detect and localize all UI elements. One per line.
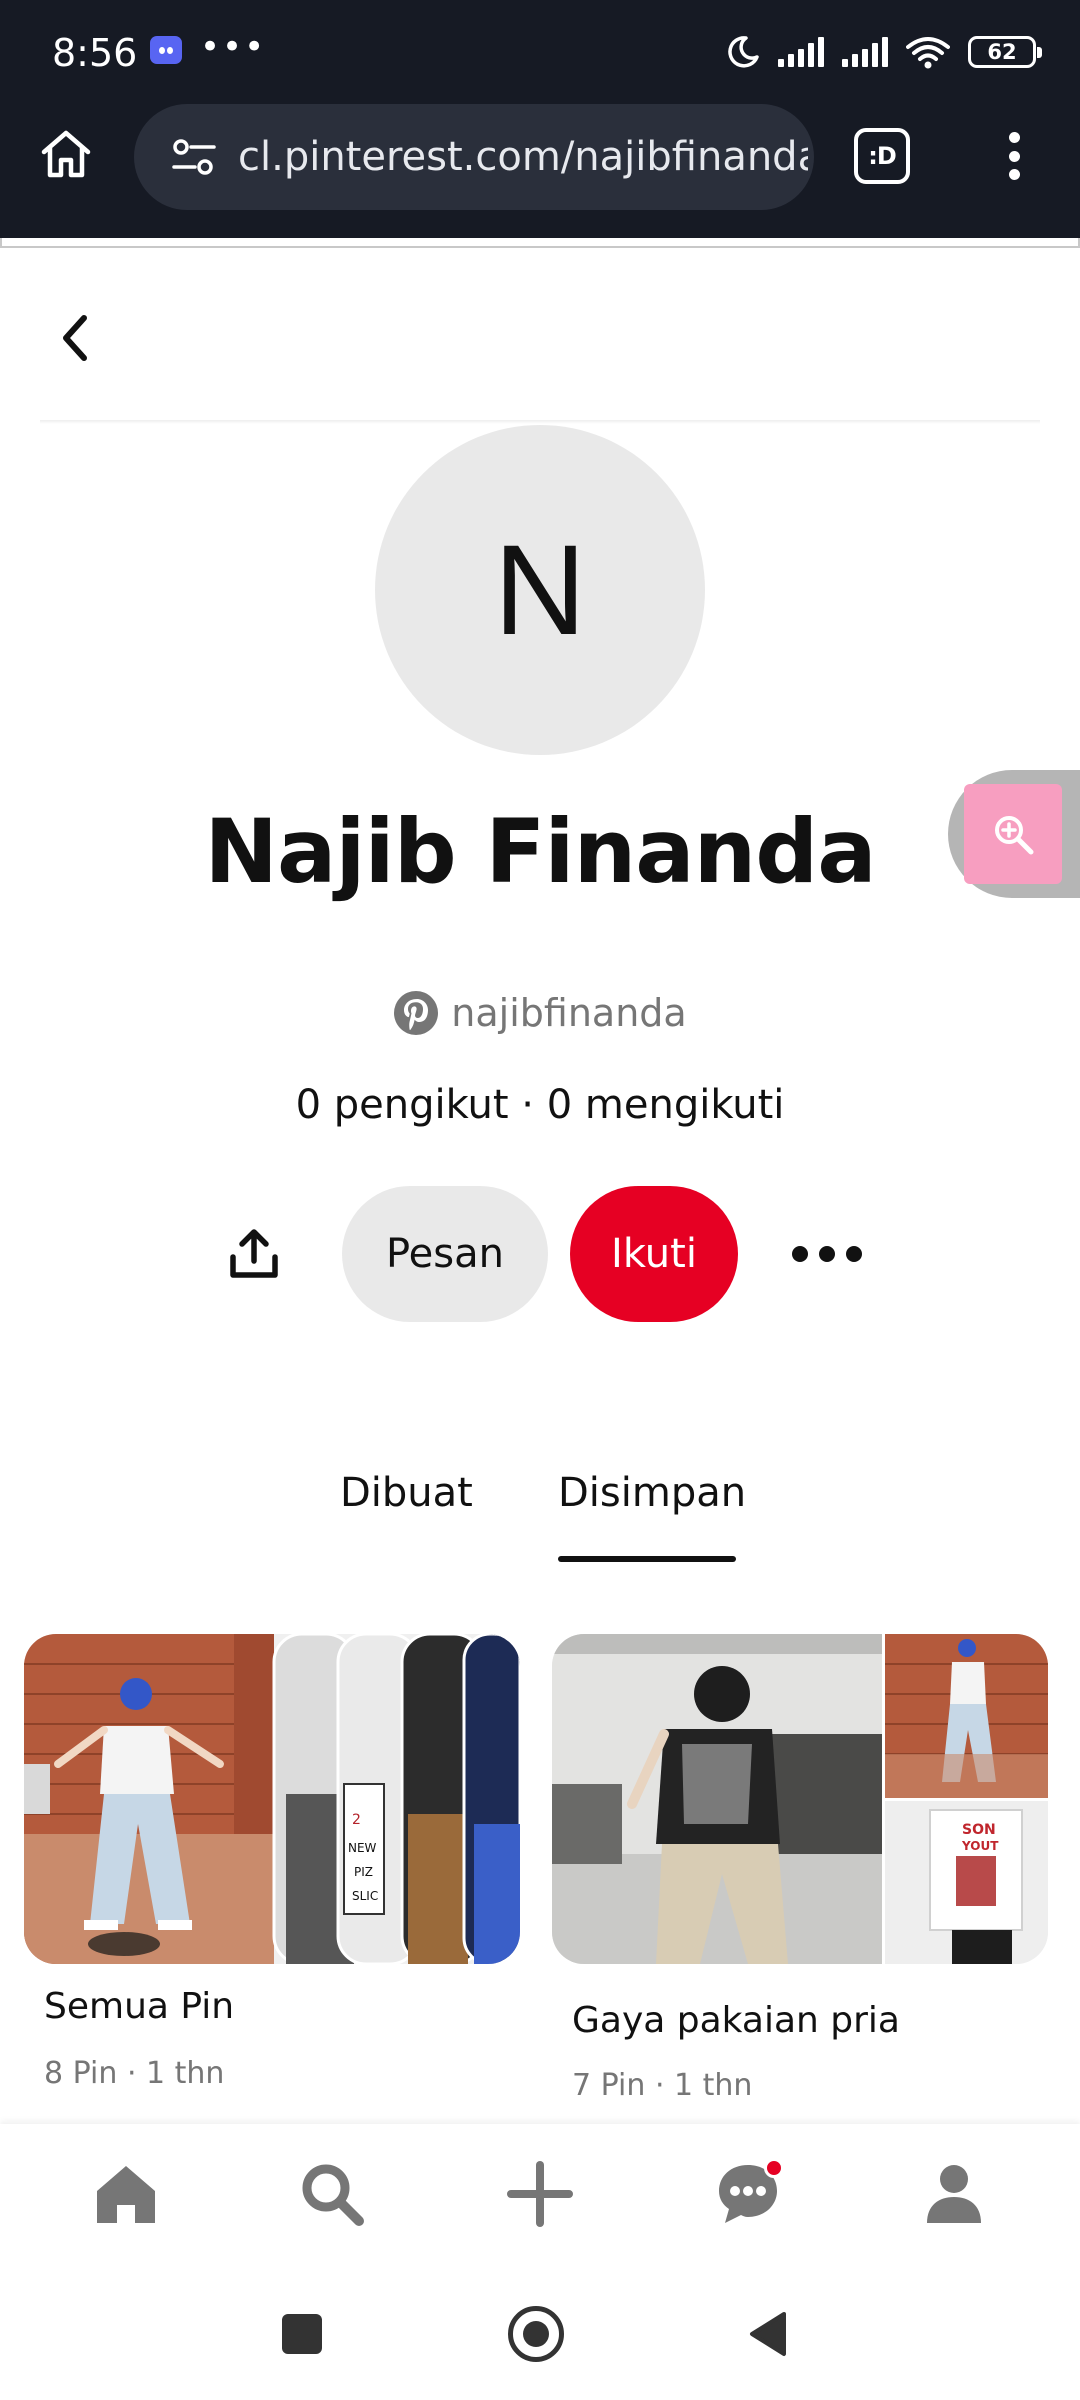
- signal-icon: [842, 37, 888, 67]
- svg-text:SLIC: SLIC: [352, 1889, 378, 1903]
- avatar-initial: N: [493, 518, 587, 662]
- battery-level: 62: [987, 40, 1017, 64]
- discord-icon: [150, 36, 182, 64]
- url-text[interactable]: cl.pinterest.com/najibfinanda: [238, 134, 808, 180]
- nav-home-button[interactable]: [86, 2154, 166, 2234]
- svg-text:NEW: NEW: [348, 1841, 377, 1855]
- system-navigation-bar: [0, 2274, 1080, 2400]
- tab-saved[interactable]: Disimpan: [558, 1470, 746, 1516]
- more-dots-icon: [792, 1246, 808, 1262]
- nav-messages-button[interactable]: [708, 2154, 788, 2234]
- svg-text:YOUT: YOUT: [961, 1839, 999, 1853]
- back-button[interactable]: [44, 298, 108, 378]
- do-not-disturb-icon: [728, 36, 759, 68]
- board-meta: 7 Pin · 1 thn: [572, 2068, 753, 2103]
- overflow-menu-button[interactable]: [996, 124, 1032, 188]
- search-icon: [302, 2164, 364, 2226]
- home-button[interactable]: [34, 122, 98, 186]
- board-cover-image: SON YOUT: [552, 1634, 1048, 1964]
- system-back-button[interactable]: [748, 2310, 788, 2358]
- follow-button[interactable]: Ikuti: [570, 1186, 738, 1322]
- board-card[interactable]: 2 NEW PIZ SLIC Semua Pin 8 Pin · 1 thn: [24, 1634, 520, 2091]
- board-cover-image: 2 NEW PIZ SLIC: [24, 1634, 520, 1964]
- nav-create-button[interactable]: [500, 2154, 580, 2234]
- more-options-button[interactable]: [792, 1236, 862, 1272]
- username: najibfinanda: [451, 991, 687, 1035]
- zoom-in-icon: [995, 816, 1034, 855]
- status-time: 8:56: [52, 31, 138, 75]
- wifi-icon: [906, 37, 950, 69]
- home-icon: [97, 2166, 155, 2223]
- avatar: N: [375, 425, 705, 755]
- home-icon: [41, 130, 91, 178]
- header-divider: [40, 420, 1040, 424]
- status-bar: 8:56 ••• 62: [0, 0, 1080, 100]
- browser-toolbar: cl.pinterest.com/najibfinanda :D: [0, 100, 1080, 240]
- system-home-button[interactable]: [508, 2306, 564, 2362]
- notification-badge: [764, 2158, 784, 2178]
- board-title[interactable]: Semua Pin: [44, 1986, 234, 2027]
- plus-icon: [507, 2161, 573, 2227]
- board-title[interactable]: Gaya pakaian pria: [572, 2000, 900, 2041]
- board-meta: 8 Pin · 1 thn: [44, 2056, 225, 2091]
- share-button[interactable]: [224, 1222, 284, 1286]
- recents-button[interactable]: [282, 2314, 322, 2354]
- extension-button[interactable]: :D: [854, 128, 910, 184]
- bottom-navigation: [0, 2124, 1080, 2274]
- board-card[interactable]: SON YOUT Gaya pakaian pria 7 Pin · 1 thn: [552, 1634, 1048, 2103]
- overflow-menu-icon: [1008, 132, 1020, 143]
- share-icon: [230, 1229, 278, 1278]
- profile-name: Najib Finanda: [204, 800, 876, 903]
- message-button[interactable]: Pesan: [342, 1186, 548, 1322]
- site-settings-icon[interactable]: [172, 137, 216, 177]
- nav-profile-button[interactable]: [914, 2154, 994, 2234]
- svg-text:2: 2: [352, 1812, 361, 1828]
- board-cover[interactable]: 2 NEW PIZ SLIC: [24, 1634, 520, 1964]
- page-top-border: [0, 238, 1080, 248]
- svg-text:SON: SON: [962, 1822, 996, 1838]
- chevron-left-icon: [63, 315, 87, 361]
- zoom-floating-button[interactable]: [948, 770, 1080, 898]
- svg-text:PIZ: PIZ: [354, 1865, 373, 1879]
- board-cover[interactable]: SON YOUT: [552, 1634, 1048, 1964]
- pinterest-logo-icon: [394, 991, 439, 1035]
- username-row: najibfinanda: [0, 990, 1080, 1036]
- profile-icon: [927, 2165, 981, 2223]
- status-icons: 62: [726, 30, 1042, 74]
- notification-more-icon: •••: [200, 27, 267, 67]
- browser-chrome: 8:56 ••• 62 cl.pinterest.com/najibfinand…: [0, 0, 1080, 240]
- battery-icon: 62: [968, 36, 1042, 68]
- active-tab-indicator: [558, 1556, 736, 1562]
- follow-stats[interactable]: 0 pengikut · 0 mengikuti: [0, 1082, 1080, 1128]
- extension-icon: :D: [868, 142, 897, 170]
- tab-created[interactable]: Dibuat: [340, 1470, 473, 1516]
- url-bar[interactable]: cl.pinterest.com/najibfinanda: [134, 104, 814, 210]
- nav-search-button[interactable]: [292, 2154, 372, 2234]
- zoom-in-icon-wrap[interactable]: [964, 784, 1062, 884]
- signal-icon: [778, 37, 824, 67]
